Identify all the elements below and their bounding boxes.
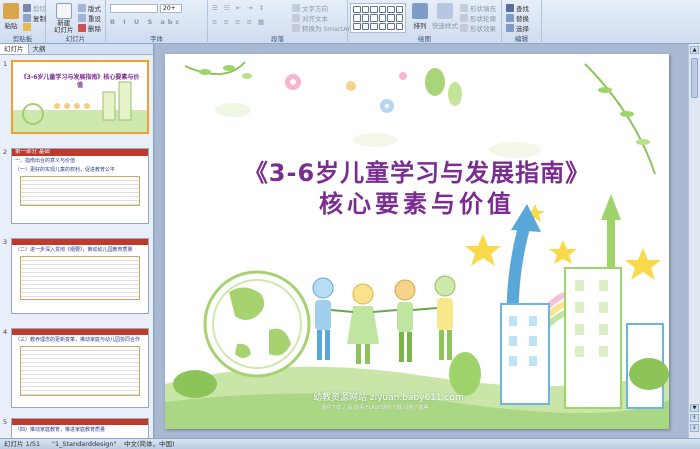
find-button[interactable]: 查找	[506, 3, 529, 13]
select-icon	[506, 24, 514, 32]
scissors-icon	[23, 4, 31, 12]
align-text-icon	[292, 14, 300, 22]
tab-outline[interactable]: 大纲	[29, 44, 50, 54]
slides-label: 幻灯片	[65, 35, 86, 43]
watermark-text: 幼教资源网站 ziyuan.baby611.com	[313, 393, 464, 403]
scroll-down-icon[interactable]: ▼	[690, 404, 699, 412]
drawing-label: 绘图	[418, 35, 431, 43]
shapes-gallery[interactable]	[350, 3, 406, 33]
replace-button[interactable]: 替换	[506, 13, 529, 23]
text-direction-button[interactable]: 文字方向	[292, 3, 328, 13]
font-name-combo[interactable]	[110, 4, 158, 13]
next-slide-icon[interactable]: ⇓	[690, 424, 699, 432]
scroll-up-icon[interactable]: ▲	[690, 46, 699, 54]
font-format-buttons[interactable]: B I U S abc	[110, 18, 182, 26]
slide-background-art	[165, 61, 669, 429]
align-buttons[interactable]: ≡ ≡ ≡ ≡ ▦	[212, 18, 266, 26]
tab-slides[interactable]: 幻灯片	[0, 44, 29, 54]
quick-styles-button[interactable]: 快速样式	[432, 3, 458, 30]
thumbnail-4-preview[interactable]: （三）教养理念的更新变革，推动家庭与幼儿园协同合作	[11, 328, 149, 408]
copy-icon	[23, 14, 31, 22]
smartart-button[interactable]: 转换为 SmartArt	[292, 23, 353, 33]
cut-button[interactable]: 剪切	[23, 3, 46, 13]
thumbnail-2-header: 第一部分 基础	[12, 149, 148, 156]
thumbnail-4-textbox	[20, 346, 140, 396]
reset-icon	[78, 14, 86, 22]
align-text-button[interactable]: 对齐文本	[292, 13, 328, 23]
fill-icon	[460, 4, 468, 12]
slides-panel: 幻灯片 大纲 1 《3-6岁儿童学习与发展指南》核心要素与价值 2 第一部分 基…	[0, 44, 154, 448]
arrange-button[interactable]: 排列	[412, 3, 428, 30]
thumbnail-3-preview[interactable]: （二）进一步深入贯彻《纲要》，推动幼儿园教育质量	[11, 238, 149, 314]
clipboard-label: 剪贴板	[12, 35, 33, 43]
font-group: 20+ B I U S abc 字体	[106, 0, 208, 44]
shape-effects-button[interactable]: 形状效果	[460, 23, 496, 33]
replace-icon	[506, 14, 514, 22]
effects-icon	[460, 24, 468, 32]
font-label: 字体	[150, 35, 163, 43]
font-size-combo[interactable]: 20+	[160, 4, 182, 13]
thumbnail-2-preview[interactable]: 第一部分 基础 一、指南出台的意义与价值 （一）更好的实现儿童的权利，促进教育公…	[11, 148, 149, 224]
panel-tabs: 幻灯片 大纲	[0, 44, 153, 55]
delete-button[interactable]: 删除	[78, 23, 101, 33]
brush-icon	[23, 23, 31, 31]
reset-button[interactable]: 重设	[78, 13, 101, 23]
layout-button[interactable]: 版式	[78, 3, 101, 13]
slide-position: 幻灯片 1/51	[4, 440, 41, 448]
outline-icon	[460, 14, 468, 22]
clipboard-group: 粘贴 剪切 复制 剪贴板	[0, 0, 46, 44]
thumbnail-3-textbox	[20, 256, 140, 300]
prev-slide-icon[interactable]: ⇑	[690, 414, 699, 422]
slide-title-line2: 核心要素与价值	[319, 190, 515, 218]
bullets-buttons[interactable]: ☰ ☷ ⇤ ⇥ ↕	[212, 4, 266, 12]
new-slide-button[interactable]: 新建 幻灯片	[54, 3, 74, 34]
text-direction-icon	[292, 4, 300, 12]
thumbnail-2-textbox	[20, 176, 140, 206]
scroll-thumb[interactable]	[691, 58, 698, 98]
editing-label: 编辑	[515, 35, 528, 43]
new-slide-icon	[55, 3, 72, 19]
quick-styles-icon	[437, 3, 453, 19]
thumbnail-5-line1: （四）推动家庭教育，推进家庭教育质量	[15, 427, 106, 433]
slides-group: 新建 幻灯片 版式 重设 删除 幻灯片	[46, 0, 106, 44]
delete-icon	[78, 24, 86, 32]
children-illustration	[312, 275, 456, 364]
theme-name: "1_Standarddesign"	[52, 440, 117, 448]
drawing-group: 排列 快速样式 形状填充 形状轮廓 形状效果 绘图	[348, 0, 502, 44]
thumbnail-1-title: 《3-6岁儿童学习与发展指南》核心要素与价值	[20, 74, 140, 89]
smartart-icon	[292, 24, 300, 32]
slide-canvas[interactable]: 《3-6岁儿童学习与发展指南》 核心要素与价值 幼教资源网站 ziyuan.ba…	[165, 54, 669, 429]
thumbnail-1-art	[13, 81, 147, 132]
paragraph-group: ☰ ☷ ⇤ ⇥ ↕ ≡ ≡ ≡ ≡ ▦ 文字方向 对齐文本 转换为 SmartA…	[208, 0, 353, 44]
binoculars-icon	[506, 4, 514, 12]
status-bar: 幻灯片 1/51 "1_Standarddesign" 中文(简体，中国)	[0, 438, 700, 449]
ribbon: 粘贴 剪切 复制 剪贴板 新建 幻灯片 版式 重设 删除 幻灯片 20+ B I…	[0, 0, 700, 44]
language-indicator: 中文(简体，中国)	[124, 440, 175, 448]
format-painter-button[interactable]	[23, 23, 31, 31]
arrange-icon	[412, 3, 428, 19]
thumbnail-4-line1: （三）教养理念的更新变革，推动家庭与幼儿园协同合作	[15, 337, 141, 343]
paste-button[interactable]: 粘贴	[3, 3, 19, 30]
copy-button[interactable]: 复制	[23, 13, 46, 23]
layout-icon	[78, 4, 86, 12]
thumbnail-2-line1: 一、指南出台的意义与价值	[15, 158, 76, 164]
slide-title-line1: 《3-6岁儿童学习与发展指南》	[243, 159, 591, 187]
paste-icon	[3, 3, 19, 19]
paragraph-label: 段落	[271, 35, 284, 43]
vertical-scrollbar[interactable]: ▲ ▼ ⇑ ⇓	[688, 44, 700, 438]
slide-title[interactable]: 《3-6岁儿童学习与发展指南》 核心要素与价值	[165, 158, 669, 220]
watermark-subtext: 课件下载 儿歌 故事 FLASH课件下载 试卷下载等	[321, 405, 429, 411]
select-button[interactable]: 选择	[506, 23, 529, 33]
editing-group: 查找 替换 选择 编辑	[502, 0, 542, 44]
thumbnail-3-line1: （二）进一步深入贯彻《纲要》，推动幼儿园教育质量	[15, 247, 133, 253]
slide-editor[interactable]: 《3-6岁儿童学习与发展指南》 核心要素与价值 幼教资源网站 ziyuan.ba…	[155, 44, 700, 438]
thumbnail-2-line2: （一）更好的实现儿童的权利，促进教育公平	[15, 167, 116, 173]
thumbnail-1-preview[interactable]: 《3-6岁儿童学习与发展指南》核心要素与价值	[11, 60, 149, 134]
shape-fill-button[interactable]: 形状填充	[460, 3, 496, 13]
shape-outline-button[interactable]: 形状轮廓	[460, 13, 496, 23]
